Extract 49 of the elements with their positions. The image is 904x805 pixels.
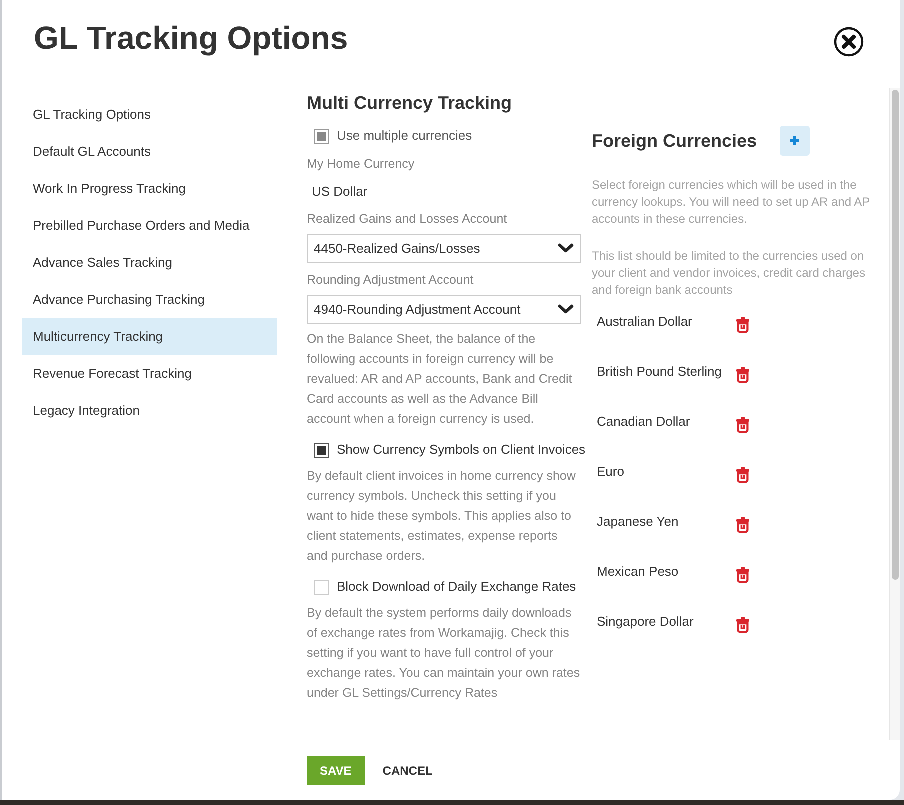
trash-icon[interactable]: [736, 367, 750, 383]
cancel-button[interactable]: CANCEL: [382, 756, 433, 785]
field-label: Rounding Adjustment Account: [307, 272, 475, 289]
chevron-down-icon: [558, 243, 574, 254]
sidebar-item[interactable]: Advance Purchasing Tracking: [22, 281, 277, 318]
currency-name: Euro: [596, 463, 626, 481]
currency-name: Australian Dollar: [596, 313, 694, 331]
chevron-down-icon: [558, 304, 574, 315]
sidebar-item[interactable]: Prebilled Purchase Orders and Media: [22, 207, 277, 244]
trash-icon[interactable]: [736, 617, 750, 633]
sidebar-item[interactable]: Legacy Integration: [22, 392, 277, 429]
sidebar-item[interactable]: Default GL Accounts: [22, 133, 277, 170]
account-dropdown[interactable]: 4450-Realized Gains/Losses: [307, 234, 581, 263]
currency-name: Japanese Yen: [596, 513, 680, 531]
section-heading: Multi Currency Tracking: [307, 92, 514, 115]
currency-name: British Pound Sterling: [596, 363, 724, 381]
trash-icon[interactable]: [736, 417, 750, 433]
help-text: By default the system performs daily downloads of exchange rates from Workamajig. Check this setting if you want to have full control of your exchange rates. You can maintain your own rates under GL Settings/Currency Rates: [307, 605, 582, 702]
checkbox-label: Use multiple currencies: [337, 127, 472, 146]
sidebar-item[interactable]: Work In Progress Tracking: [22, 170, 277, 207]
currency-name: Mexican Peso: [596, 563, 680, 581]
field-value: US Dollar: [311, 183, 369, 201]
checkbox-label: Block Download of Daily Exchange Rates: [337, 578, 576, 596]
scrollbar-thumb[interactable]: [892, 90, 899, 580]
sidebar-item[interactable]: GL Tracking Options: [22, 96, 277, 133]
field-label: My Home Currency: [307, 156, 416, 173]
currency-name: Singapore Dollar: [596, 613, 695, 631]
help-text: On the Balance Sheet, the balance of the following accounts in foreign currency will be revalued: AR and AP accounts, Bank and Credit Card accounts as well as the Advance Bill account when a foreign currency is used.: [307, 331, 574, 428]
help-text: By default client invoices in home currency show currency symbols. Uncheck this setting if you want to hide these symbols. This applies also to client statements, estimates, expense reports and purchase orders.: [307, 468, 577, 565]
scrollbar[interactable]: [889, 88, 900, 740]
checkbox-label: Show Currency Symbols on Client Invoices: [337, 441, 586, 460]
trash-icon[interactable]: [736, 517, 750, 533]
field-label: Realized Gains and Losses Account: [307, 211, 508, 228]
account-dropdown[interactable]: 4940-Rounding Adjustment Account: [307, 295, 581, 324]
trash-icon[interactable]: [736, 317, 750, 333]
sidebar-item[interactable]: Advance Sales Tracking: [22, 244, 277, 281]
sidebar-item[interactable]: Multicurrency Tracking: [22, 318, 277, 355]
dialog-title: GL Tracking Options: [34, 20, 348, 56]
plus-icon: [790, 136, 800, 146]
add-currency-button[interactable]: [780, 126, 810, 156]
close-icon[interactable]: [834, 27, 864, 57]
sidebar-item[interactable]: Revenue Forecast Tracking: [22, 355, 277, 392]
help-text: Select foreign currencies which will be used in the currency lookups. You will need to set up AR and AP accounts in these currencies.: [592, 177, 871, 228]
currency-name: Canadian Dollar: [596, 413, 692, 431]
checkbox[interactable]: [314, 442, 329, 458]
trash-icon[interactable]: [736, 567, 750, 583]
help-text: This list should be limited to the currencies used on your client and vendor invoices, credit card charges and foreign bank accounts: [592, 248, 866, 299]
trash-icon[interactable]: [736, 467, 750, 483]
section-heading: Foreign Currencies: [592, 130, 758, 153]
